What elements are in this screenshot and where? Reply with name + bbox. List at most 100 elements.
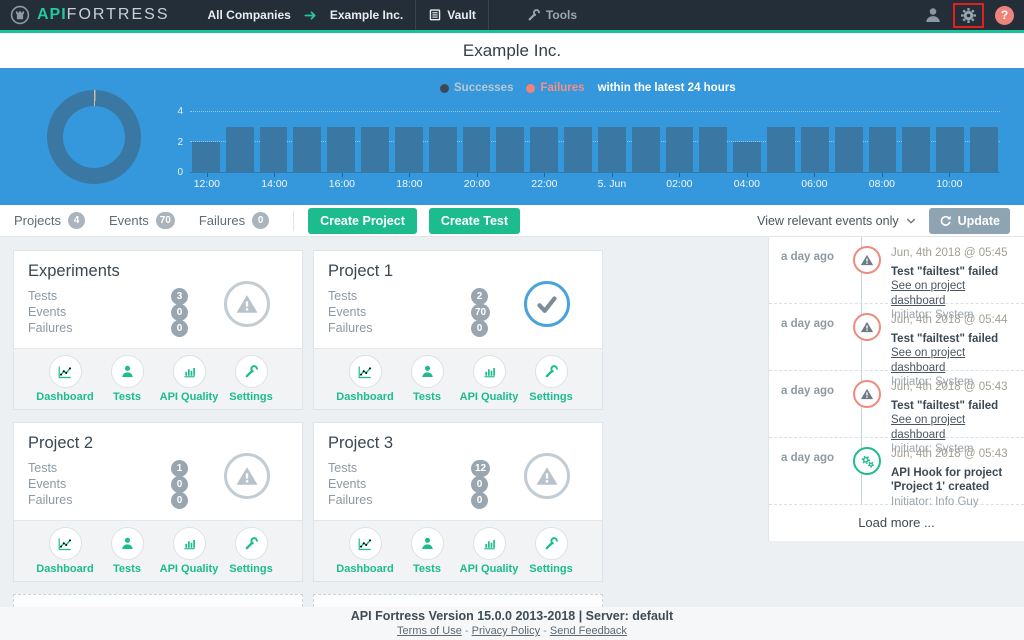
event-time-ago: a day ago <box>781 380 843 437</box>
settings-button[interactable]: Settings <box>220 527 282 581</box>
success-bar <box>699 127 727 172</box>
event-date: Jun, 4th 2018 @ 05:43 <box>891 447 1016 462</box>
x-tick-label: 06:00 <box>801 178 827 190</box>
x-tick-label: 22:00 <box>531 178 557 190</box>
success-bar <box>361 127 389 172</box>
tests-button[interactable]: Tests <box>96 355 158 409</box>
x-tick-label: 12:00 <box>194 178 220 190</box>
api-quality-button[interactable]: API Quality <box>458 355 520 409</box>
success-bar <box>835 127 863 172</box>
help-icon[interactable]: ? <box>995 6 1014 25</box>
tests-button[interactable]: Tests <box>396 527 458 581</box>
api-quality-button[interactable]: API Quality <box>158 355 220 409</box>
success-bar <box>226 127 254 172</box>
bar-plot <box>190 112 1000 173</box>
tests-button[interactable]: Tests <box>96 527 158 581</box>
stat-projects: Projects 4 <box>14 212 85 229</box>
success-bar <box>429 127 457 172</box>
dashboard-button[interactable]: Dashboard <box>334 355 396 409</box>
project-card-experiments: Experiments Tests3 Events0 Failures0 Das… <box>13 250 303 410</box>
nav-separator <box>488 0 489 30</box>
nav-tools[interactable]: Tools <box>515 0 589 30</box>
events-badge: 0 <box>171 476 188 493</box>
event-date: Jun, 4th 2018 @ 05:45 <box>891 246 1016 261</box>
user-icon[interactable] <box>924 6 942 24</box>
topbar: APIFORTRESS All Companies Example Inc. V… <box>0 0 1024 30</box>
success-bar <box>733 142 761 172</box>
events-filter-dropdown[interactable]: View relevant events only <box>757 214 917 228</box>
nav-company[interactable]: Example Inc. <box>318 0 415 30</box>
version-text: API Fortress Version 15.0.0 2013-2018 | … <box>0 609 1024 623</box>
donut-hole <box>63 106 125 168</box>
x-tick-mark <box>274 173 275 177</box>
chart-legend: Successes Failures within the latest 24 … <box>440 82 736 94</box>
person-icon <box>420 364 435 379</box>
api-quality-button[interactable]: API Quality <box>458 527 520 581</box>
clipped-card <box>313 594 603 607</box>
create-project-button[interactable]: Create Project <box>308 208 417 234</box>
x-tick-mark <box>544 173 545 177</box>
event-item: a day ago Jun, 4th 2018 @ 05:43 Test "fa… <box>769 371 1024 438</box>
event-initiator: Initiator: Info Guy <box>891 495 1016 510</box>
status-success-badge <box>524 281 570 327</box>
y-axis: 024 <box>168 112 186 173</box>
warning-event-icon <box>853 313 881 341</box>
gridline <box>190 111 1000 112</box>
feedback-link[interactable]: Send Feedback <box>550 625 627 637</box>
dashboard-button[interactable]: Dashboard <box>334 527 396 581</box>
toolbar-separator <box>293 211 294 231</box>
x-tick-mark <box>342 173 343 177</box>
update-button[interactable]: Update <box>929 208 1010 234</box>
project-card-project-1: Project 1 Tests2 Events70 Failures0 Dash… <box>313 250 603 410</box>
events-sidebar: a day ago Jun, 4th 2018 @ 05:45 Test "fa… <box>768 237 1024 541</box>
gears-event-icon <box>853 447 881 475</box>
api-quality-button[interactable]: API Quality <box>158 527 220 581</box>
topbar-right: ? <box>924 3 1014 28</box>
privacy-link[interactable]: Privacy Policy <box>472 625 540 637</box>
card-actions: Dashboard Tests API Quality Settings <box>314 520 602 581</box>
x-tick-mark <box>207 173 208 177</box>
tests-badge: 1 <box>171 460 188 477</box>
nav-all-companies[interactable]: All Companies <box>196 0 303 30</box>
events-badge: 70 <box>471 304 490 321</box>
nav-vault[interactable]: Vault <box>416 0 488 30</box>
terms-link[interactable]: Terms of Use <box>397 625 462 637</box>
event-item: a day ago Jun, 4th 2018 @ 05:43 API Hook… <box>769 438 1024 505</box>
dashboard-button[interactable]: Dashboard <box>34 355 96 409</box>
gear-icon[interactable] <box>960 7 977 24</box>
toolbar: Projects 4 Events 70 Failures 0 Create P… <box>0 205 1024 237</box>
tests-button[interactable]: Tests <box>396 355 458 409</box>
success-bar <box>327 127 355 172</box>
settings-button[interactable]: Settings <box>220 355 282 409</box>
person-icon <box>120 536 135 551</box>
settings-button[interactable]: Settings <box>520 527 582 581</box>
failures-badge: 0 <box>471 492 488 509</box>
stat-failures: Failures 0 <box>199 212 269 229</box>
arrow-right-icon <box>303 8 318 23</box>
event-title: Test "failtest" failed <box>891 399 1016 414</box>
warning-event-icon <box>853 246 881 274</box>
status-warning-badge <box>224 453 270 499</box>
card-actions: Dashboard Tests API Quality Settings <box>14 520 302 581</box>
x-tick-mark <box>882 173 883 177</box>
y-tick-label: 0 <box>177 167 183 178</box>
app-logo[interactable]: APIFORTRESS <box>10 5 170 25</box>
success-bar <box>564 127 592 172</box>
tests-badge: 3 <box>171 288 188 305</box>
plot-wrap: 12:0014:0016:0018:0020:0022:005. Jun02:0… <box>190 112 1000 173</box>
load-more-button[interactable]: Load more ... <box>769 505 1024 540</box>
dashboard-button[interactable]: Dashboard <box>34 527 96 581</box>
success-bar <box>496 127 524 172</box>
success-bar <box>970 127 998 172</box>
card-actions: Dashboard Tests API Quality Settings <box>14 348 302 409</box>
page-title: Example Inc. <box>0 33 1024 68</box>
create-test-button[interactable]: Create Test <box>429 208 520 234</box>
settings-button[interactable]: Settings <box>520 355 582 409</box>
legend-suffix: within the latest 24 hours <box>598 82 736 94</box>
clipped-card <box>13 594 303 607</box>
warning-event-icon <box>853 380 881 408</box>
x-axis: 12:0014:0016:0018:0020:0022:005. Jun02:0… <box>190 173 1000 191</box>
success-bar <box>293 127 321 172</box>
event-time-ago: a day ago <box>781 313 843 370</box>
status-warning-badge <box>224 281 270 327</box>
